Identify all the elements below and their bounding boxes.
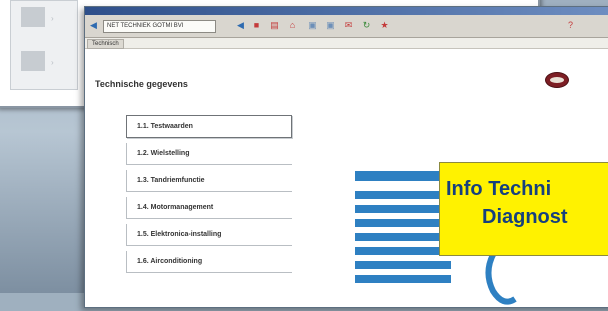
brand-logo (545, 72, 569, 88)
menu-item-label: Airconditioning (150, 258, 203, 265)
window-icon[interactable]: ▣ (307, 20, 318, 31)
print-icon[interactable]: ▤ (269, 20, 280, 31)
background-panel: › › (10, 0, 78, 90)
back-icon[interactable]: ◀ (235, 20, 246, 31)
back-icon[interactable]: ◀ (88, 20, 99, 31)
menu-item-number: 1.1. (137, 123, 149, 130)
menu-item-number: 1.6. (137, 258, 149, 265)
graphic-stripe (355, 219, 451, 227)
toolbar: ◀ NET TECHNIEK GOTMI BVI ◀ ■ ▤ ⌂ ▣ ▣ ✉ ↻… (85, 15, 608, 38)
mail-icon[interactable]: ✉ (343, 20, 354, 31)
banner-line-2: Diagnost (482, 206, 568, 228)
menu-item-number: 1.4. (137, 204, 149, 211)
info-banner: Info Techni Diagnost (439, 162, 608, 256)
menu-item-label: Elektronica-installing (150, 231, 222, 238)
home-icon[interactable]: ⌂ (287, 20, 298, 31)
chevron-right-icon: › (51, 58, 54, 67)
page-title: Technische gegevens (95, 79, 188, 89)
main-window: ◀ NET TECHNIEK GOTMI BVI ◀ ■ ▤ ⌂ ▣ ▣ ✉ ↻… (84, 6, 608, 308)
menu-item-tandriem[interactable]: 1.3. Tandriemfunctie (126, 170, 292, 192)
tab-technisch[interactable]: Technisch (87, 39, 124, 49)
menu-item-motormanagement[interactable]: 1.4. Motormanagement (126, 197, 292, 219)
menu-item-label: Motormanagement (150, 204, 214, 211)
graphic-stripe (355, 205, 451, 213)
menu-item-number: 1.5. (137, 231, 149, 238)
tab-strip: Technisch (85, 38, 608, 49)
graphic-stripe (355, 233, 451, 241)
graphic-stripe (355, 191, 451, 199)
menu-item-label: Testwaarden (150, 123, 193, 130)
address-bar[interactable]: NET TECHNIEK GOTMI BVI (103, 20, 216, 33)
menu-item-label: Wielstelling (150, 150, 190, 157)
menu-list: 1.1. Testwaarden 1.2. Wielstelling 1.3. … (126, 115, 292, 278)
menu-item-wielstelling[interactable]: 1.2. Wielstelling (126, 143, 292, 165)
graphic-stripe (355, 247, 451, 255)
banner-line-1: Info Techni (446, 178, 552, 200)
menu-item-number: 1.3. (137, 177, 149, 184)
thumbnail-image (21, 51, 45, 71)
refresh-icon[interactable]: ↻ (361, 20, 372, 31)
title-bar (85, 7, 608, 15)
menu-item-number: 1.2. (137, 150, 149, 157)
menu-item-airconditioning[interactable]: 1.6. Airconditioning (126, 251, 292, 273)
stop-icon[interactable]: ■ (251, 20, 262, 31)
menu-item-testwaarden[interactable]: 1.1. Testwaarden (126, 115, 292, 138)
graphic-stripe (355, 275, 451, 283)
help-icon[interactable]: ? (565, 20, 576, 31)
favorites-icon[interactable]: ★ (379, 20, 390, 31)
graphic-stripe (355, 261, 451, 269)
thumbnail-image (21, 7, 45, 27)
chevron-right-icon: › (51, 14, 54, 23)
menu-item-label: Tandriemfunctie (150, 177, 205, 184)
menu-item-elektronica[interactable]: 1.5. Elektronica-installing (126, 224, 292, 246)
window-icon[interactable]: ▣ (325, 20, 336, 31)
